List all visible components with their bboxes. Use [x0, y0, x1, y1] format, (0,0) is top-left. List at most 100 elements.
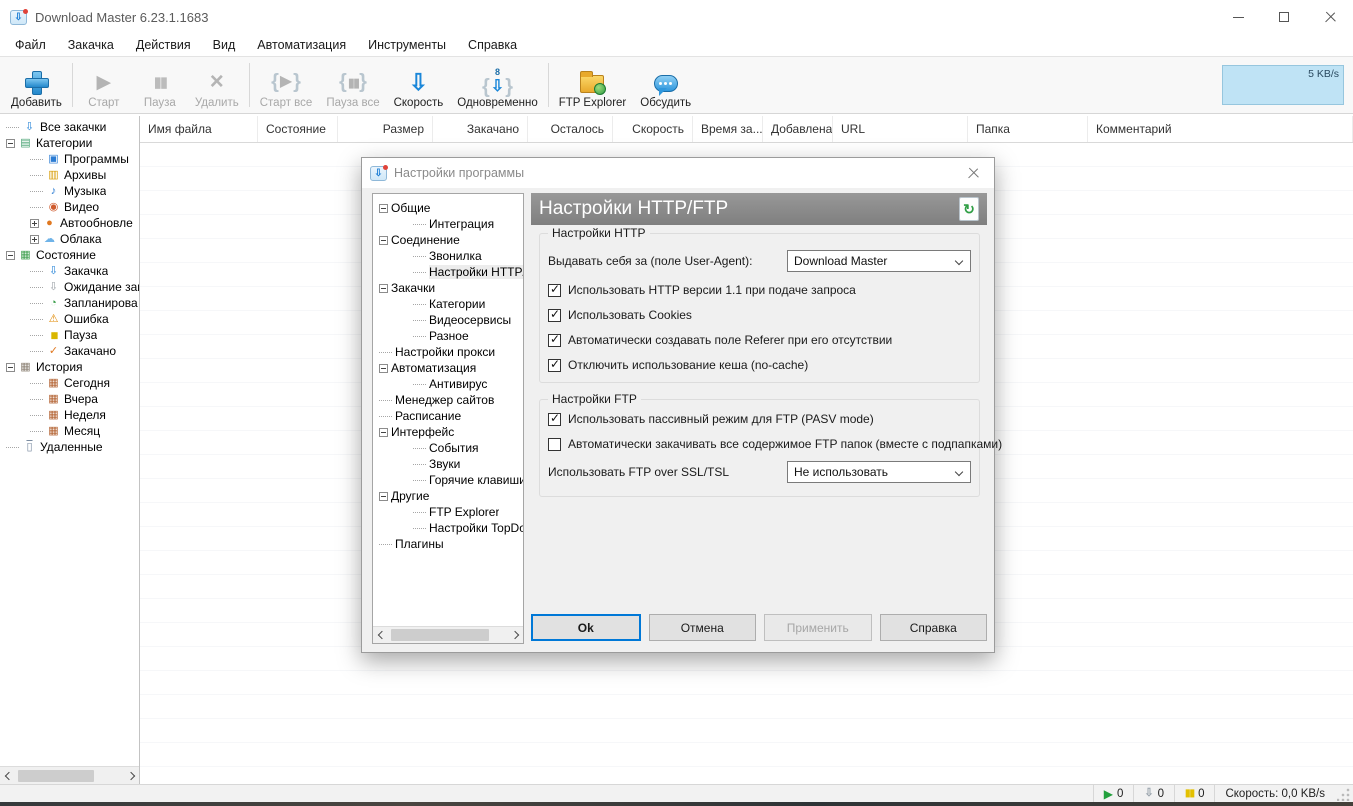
settings-tree-item[interactable]: Другие	[373, 488, 523, 504]
column-header[interactable]: Время за...	[693, 116, 763, 142]
sidebar-item[interactable]: ⇩ Закачка	[0, 263, 139, 279]
user-agent-select[interactable]: Download Master	[787, 250, 971, 272]
menu-item[interactable]: Закачка	[57, 36, 125, 54]
settings-tree-item[interactable]: Интерфейс	[373, 424, 523, 440]
sidebar-item[interactable]: ▣ Программы	[0, 151, 139, 167]
menu-item[interactable]: Инструменты	[357, 36, 457, 54]
help-button[interactable]: Справка	[879, 614, 987, 641]
tree-expander-minus-icon[interactable]	[6, 138, 15, 148]
menu-item[interactable]: Автоматизация	[246, 36, 357, 54]
scroll-right-arrow[interactable]	[506, 627, 523, 643]
menu-item[interactable]: Вид	[202, 36, 247, 54]
settings-tree-item[interactable]: Звуки	[373, 456, 523, 472]
scroll-left-arrow[interactable]	[373, 627, 390, 643]
scroll-left-arrow[interactable]	[0, 767, 17, 784]
settings-tree-item[interactable]: Плагины	[373, 536, 523, 552]
menu-item[interactable]: Действия	[125, 36, 202, 54]
checkbox[interactable]	[548, 437, 561, 451]
sidebar-item[interactable]: ▯ Удаленные	[0, 439, 139, 455]
sidebar-item[interactable]: ⚠ Ошибка	[0, 311, 139, 327]
settings-tree-item[interactable]: Горячие клавиши	[373, 472, 523, 488]
ftp-ssl-select[interactable]: Не использовать	[787, 461, 971, 483]
tree-expander-minus-icon[interactable]	[379, 235, 388, 245]
sidebar-item[interactable]: ▥ Архивы	[0, 167, 139, 183]
settings-tree-item[interactable]: События	[373, 440, 523, 456]
settings-tree-item[interactable]: Закачки	[373, 280, 523, 296]
sidebar-item[interactable]: ▦ Сегодня	[0, 375, 139, 391]
sidebar-item[interactable]: ✓ Закачано	[0, 343, 139, 359]
column-header[interactable]: Состояние	[258, 116, 338, 142]
tree-expander-minus-icon[interactable]	[379, 363, 388, 373]
menu-item[interactable]: Справка	[457, 36, 528, 54]
toolbar-button[interactable]: ⇩ Скорость	[387, 59, 451, 111]
sidebar-item[interactable]: ▤ Категории	[0, 135, 139, 151]
tree-expander-plus-icon[interactable]	[30, 218, 39, 228]
tree-expander-minus-icon[interactable]	[6, 362, 15, 372]
settings-tree-item[interactable]: Разное	[373, 328, 523, 344]
checkbox[interactable]	[548, 282, 561, 297]
sidebar-item[interactable]: ● Автообновле	[0, 215, 139, 231]
settings-tree-item[interactable]: Интеграция	[373, 216, 523, 232]
settings-tree-item[interactable]: Категории	[373, 296, 523, 312]
column-header[interactable]: Закачано	[433, 116, 528, 142]
toolbar-button[interactable]: FTP Explorer	[552, 59, 634, 111]
sidebar-item[interactable]: ▦ Вчера	[0, 391, 139, 407]
settings-tree-hscrollbar[interactable]	[373, 626, 523, 643]
column-header[interactable]: Размер	[338, 116, 433, 142]
sidebar-hscrollbar[interactable]	[0, 766, 139, 784]
checkbox[interactable]	[548, 307, 561, 322]
sidebar-item[interactable]: ☁ Облака	[0, 231, 139, 247]
column-header[interactable]: Добавлена	[763, 116, 833, 142]
menu-item[interactable]: Файл	[4, 36, 57, 54]
sidebar-item[interactable]: ♪ Музыка	[0, 183, 139, 199]
toolbar-button[interactable]: Обсудить	[633, 59, 698, 111]
tree-expander-minus-icon[interactable]	[379, 491, 388, 501]
ok-button[interactable]: Ok	[531, 614, 641, 641]
settings-tree-item[interactable]: Расписание	[373, 408, 523, 424]
column-header[interactable]: Комментарий	[1088, 116, 1353, 142]
settings-tree-item[interactable]: Антивирус	[373, 376, 523, 392]
settings-tree-item[interactable]: Настройки прокси	[373, 344, 523, 360]
settings-tree-item[interactable]: Соединение	[373, 232, 523, 248]
sidebar-item[interactable]: ⇩ Ожидание зак	[0, 279, 139, 295]
close-button[interactable]	[1307, 0, 1353, 34]
sidebar-item[interactable]: ⇩ Все закачки	[0, 119, 139, 135]
maximize-button[interactable]	[1261, 0, 1307, 34]
checkbox[interactable]	[548, 411, 561, 426]
settings-tree-item[interactable]: Настройки TopDow	[373, 520, 523, 536]
column-header[interactable]: URL	[833, 116, 968, 142]
tree-expander-plus-icon[interactable]	[30, 234, 39, 244]
cancel-button[interactable]: Отмена	[648, 614, 756, 641]
sidebar-item[interactable]: ▦ Состояние	[0, 247, 139, 263]
sidebar-item[interactable]: ▦ История	[0, 359, 139, 375]
reset-defaults-icon[interactable]: ↻	[959, 197, 979, 221]
column-header[interactable]: Скорость	[613, 116, 693, 142]
dialog-close-button[interactable]	[952, 158, 994, 188]
scroll-right-arrow[interactable]	[122, 767, 139, 784]
checkbox[interactable]	[548, 332, 561, 347]
scrollbar-thumb[interactable]	[18, 769, 94, 782]
checkbox[interactable]	[548, 357, 561, 372]
sidebar-item[interactable]: ▮▮ Пауза	[0, 327, 139, 343]
tree-expander-minus-icon[interactable]	[379, 203, 388, 213]
sidebar-item[interactable]: ◔ Запланирова	[0, 295, 139, 311]
settings-tree-item[interactable]: Менеджер сайтов	[373, 392, 523, 408]
sidebar-item[interactable]: ▦ Месяц	[0, 423, 139, 439]
toolbar-button[interactable]: 8{⇩} Одновременно	[450, 59, 544, 111]
tree-expander-minus-icon[interactable]	[379, 283, 388, 293]
settings-tree-item[interactable]: Видеосервисы	[373, 312, 523, 328]
settings-tree-item[interactable]: FTP Explorer	[373, 504, 523, 520]
toolbar-button[interactable]: Добавить	[4, 59, 69, 111]
settings-tree-item[interactable]: Автоматизация	[373, 360, 523, 376]
tree-expander-minus-icon[interactable]	[379, 427, 388, 437]
column-header[interactable]: Папка	[968, 116, 1088, 142]
sidebar-item[interactable]: ◉ Видео	[0, 199, 139, 215]
scrollbar-thumb[interactable]	[391, 629, 489, 641]
settings-tree-item[interactable]: Настройки HTTP/F	[373, 264, 523, 280]
column-header[interactable]: Осталось	[528, 116, 613, 142]
column-header[interactable]: Имя файла	[140, 116, 258, 142]
sidebar-item[interactable]: ▦ Неделя	[0, 407, 139, 423]
settings-tree-item[interactable]: Общие	[373, 200, 523, 216]
settings-tree-item[interactable]: Звонилка	[373, 248, 523, 264]
resize-grip[interactable]	[1337, 786, 1351, 801]
